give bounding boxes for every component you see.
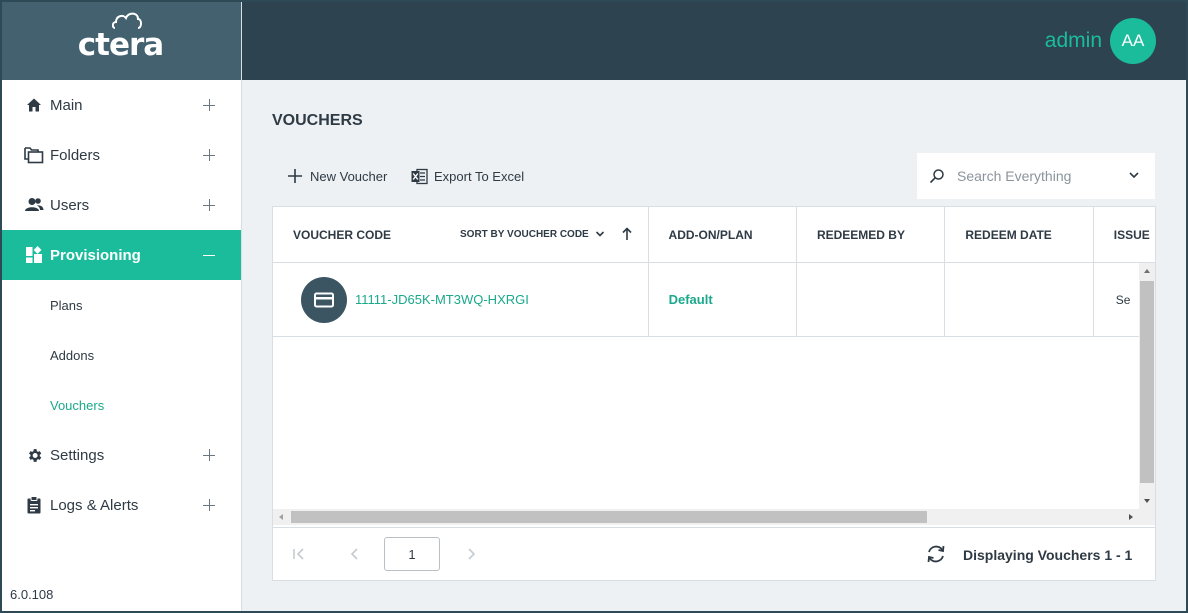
chevron-down-icon — [595, 231, 604, 237]
sidebar-item-label: Settings — [50, 446, 105, 464]
sort-dropdown[interactable]: SORT BY VOUCHER CODE — [460, 227, 633, 241]
first-page-icon[interactable] — [291, 546, 307, 562]
refresh-icon[interactable] — [925, 543, 947, 565]
search-icon — [929, 169, 944, 184]
sidebar-item-main[interactable]: Main — [0, 80, 241, 130]
expand-icon[interactable] — [203, 149, 215, 161]
voucher-card-icon — [301, 276, 347, 323]
sidebar: ctera Main Folders Users Provisioning Pl… — [0, 0, 242, 613]
collapse-icon[interactable] — [203, 249, 215, 261]
scroll-left-icon[interactable] — [277, 513, 285, 521]
scrollbar-thumb[interactable] — [1140, 281, 1154, 483]
column-header-redeem-date[interactable]: REDEEM DATE — [945, 207, 1094, 263]
column-label: REDEEM DATE — [965, 228, 1052, 242]
column-header-voucher-code[interactable]: VOUCHER CODE SORT BY VOUCHER CODE — [273, 207, 649, 263]
column-label: REDEEMED BY — [816, 228, 905, 242]
search-input[interactable] — [957, 168, 1117, 184]
logo-bar: ctera — [0, 0, 241, 80]
export-to-excel-button[interactable]: Export To Excel — [410, 166, 524, 186]
sort-ascending-icon[interactable] — [621, 227, 633, 241]
table-row[interactable]: 11111-JD65K-MT3WQ-HXRGI Default Se — [273, 263, 1155, 337]
sidebar-item-users[interactable]: Users — [0, 180, 241, 230]
scroll-right-icon[interactable] — [1127, 513, 1135, 521]
user-name[interactable]: admin — [1045, 29, 1102, 53]
excel-icon — [410, 167, 428, 185]
sidebar-subitem-label: Addons — [50, 347, 95, 363]
column-label: ADD-ON/PLAN — [668, 228, 753, 242]
folders-icon — [24, 145, 44, 165]
page-title: VOUCHERS — [272, 112, 363, 129]
previous-page-icon[interactable] — [347, 546, 363, 562]
column-header-issue[interactable]: ISSUE — [1094, 207, 1155, 263]
plus-icon — [286, 167, 304, 185]
column-label: ISSUE — [1113, 228, 1150, 242]
sidebar-item-label: Logs & Alerts — [50, 496, 139, 514]
users-icon — [24, 195, 44, 215]
expand-icon[interactable] — [203, 199, 215, 211]
sidebar-subitem-label: Plans — [50, 297, 83, 313]
sort-label: SORT BY VOUCHER CODE — [460, 228, 589, 240]
search-box[interactable] — [917, 153, 1155, 199]
expand-icon[interactable] — [203, 449, 215, 461]
scrollbar-thumb[interactable] — [291, 511, 927, 523]
column-label: VOUCHER CODE — [293, 228, 392, 242]
scroll-down-icon[interactable] — [1143, 497, 1151, 505]
cell-redeem-date — [945, 263, 1094, 336]
sidebar-item-logs-alerts[interactable]: Logs & Alerts — [0, 480, 241, 530]
avatar[interactable]: AA — [1110, 18, 1156, 64]
horizontal-scrollbar[interactable] — [273, 509, 1139, 525]
display-count-text: Displaying Vouchers 1 - 1 — [963, 547, 1133, 563]
plan-link[interactable]: Default — [669, 292, 713, 307]
expand-icon[interactable] — [203, 99, 215, 111]
sidebar-item-label: Folders — [50, 146, 101, 164]
vouchers-table: VOUCHER CODE SORT BY VOUCHER CODE ADD-ON… — [272, 206, 1156, 581]
cell-voucher-code: 11111-JD65K-MT3WQ-HXRGI — [273, 263, 649, 336]
column-header-addon-plan[interactable]: ADD-ON/PLAN — [649, 207, 797, 263]
sidebar-item-settings[interactable]: Settings — [0, 430, 241, 480]
sidebar-item-folders[interactable]: Folders — [0, 130, 241, 180]
cloud-icon — [111, 12, 142, 29]
page-number-input[interactable] — [384, 537, 440, 571]
home-icon — [24, 95, 44, 115]
version-label: 6.0.108 — [10, 587, 54, 602]
sidebar-item-provisioning[interactable]: Provisioning — [0, 230, 241, 280]
ctera-logo[interactable]: ctera — [77, 12, 164, 63]
sidebar-item-label: Users — [50, 196, 90, 214]
table-header: VOUCHER CODE SORT BY VOUCHER CODE ADD-ON… — [273, 207, 1155, 263]
clipboard-icon — [24, 495, 44, 515]
scrollbar-corner — [1139, 509, 1155, 525]
cell-redeemed-by — [797, 263, 946, 336]
sidebar-item-label: Main — [50, 96, 83, 114]
cell-addon-plan: Default — [649, 263, 797, 336]
sidebar-subitem-plans[interactable]: Plans — [0, 280, 241, 330]
next-page-icon[interactable] — [463, 546, 479, 562]
new-voucher-button[interactable]: New Voucher — [286, 166, 387, 186]
top-header: admin AA — [242, 0, 1188, 80]
voucher-code-link[interactable]: 11111-JD65K-MT3WQ-HXRGI — [355, 292, 529, 307]
sidebar-item-label: Provisioning — [50, 246, 141, 264]
gear-icon — [24, 445, 44, 465]
vertical-scrollbar[interactable] — [1139, 263, 1155, 509]
logo-text: ctera — [77, 27, 164, 63]
sidebar-subitem-label: Vouchers — [50, 397, 105, 413]
new-voucher-label: New Voucher — [310, 168, 388, 184]
expand-icon[interactable] — [203, 499, 215, 511]
column-header-redeemed-by[interactable]: REDEEMED BY — [797, 207, 946, 263]
sidebar-subitem-vouchers[interactable]: Vouchers — [0, 380, 241, 430]
chevron-down-icon[interactable] — [1127, 168, 1141, 182]
pagination-bar: Displaying Vouchers 1 - 1 — [273, 527, 1155, 580]
sidebar-subitem-addons[interactable]: Addons — [0, 330, 241, 380]
provisioning-icon — [24, 245, 44, 265]
export-to-excel-label: Export To Excel — [434, 168, 525, 184]
scroll-up-icon[interactable] — [1143, 267, 1151, 275]
